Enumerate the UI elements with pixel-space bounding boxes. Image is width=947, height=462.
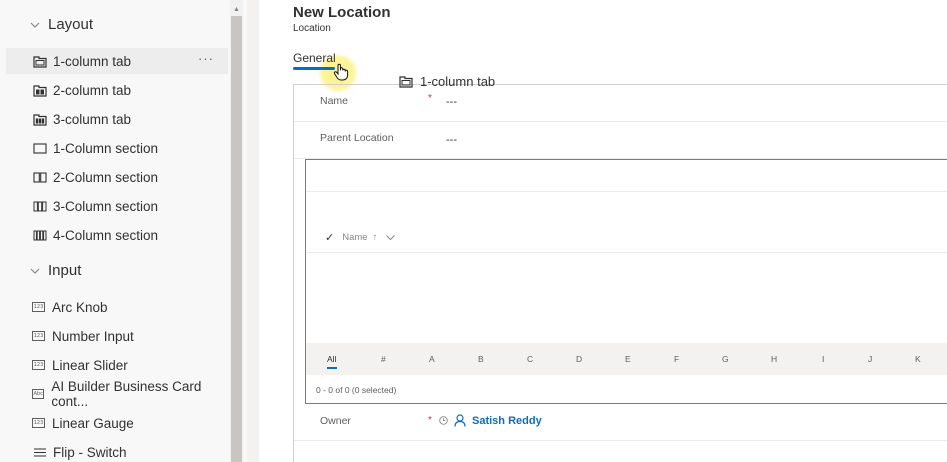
column-header-label: Name [342, 232, 368, 243]
number-badge-icon: 123 [32, 360, 45, 370]
divider [306, 191, 947, 192]
divider [247, 0, 259, 462]
tab-underline [293, 67, 335, 70]
section-3-icon [32, 200, 47, 213]
components-panel: Layout 1-column tab ··· 2-column tab 3-c… [0, 0, 247, 462]
number-badge-icon: 123 [32, 331, 45, 341]
section-2-icon [32, 171, 47, 184]
sidebar-item-3-column-section[interactable]: 3-Column section [32, 195, 158, 217]
page-title: New Location [293, 4, 391, 21]
chevron-down-icon [30, 22, 40, 28]
section-1-icon [32, 142, 47, 155]
text-badge-icon: Abc [32, 389, 45, 399]
sidebar-item-1-column-tab[interactable]: 1-column tab ··· [6, 48, 228, 74]
sidebar-item-label: Linear Gauge [52, 415, 134, 431]
list-icon [32, 446, 47, 459]
alpha-filter-item[interactable]: # [381, 354, 386, 364]
group-header-layout[interactable]: Layout [30, 16, 93, 33]
tab-general[interactable]: General [293, 51, 336, 65]
alpha-filter-item[interactable]: G [722, 354, 729, 364]
group-header-input[interactable]: Input [30, 262, 81, 279]
section-4-icon [32, 229, 47, 242]
required-marker: * [428, 415, 432, 426]
alpha-filter-item[interactable]: D [576, 354, 582, 364]
sidebar-item-label: Number Input [52, 328, 134, 344]
alpha-filter-item[interactable]: E [625, 354, 631, 364]
entity-name: Location [293, 23, 331, 34]
alpha-filter-item[interactable]: F [674, 354, 679, 364]
record-count: 0 - 0 of 0 (0 selected) [316, 385, 397, 395]
sidebar-item-2-column-section[interactable]: 2-Column section [32, 166, 158, 188]
divider [306, 252, 947, 253]
sidebar-item-linear-gauge[interactable]: 123 Linear Gauge [32, 412, 134, 434]
form-designer: Layout 1-column tab ··· 2-column tab 3-c… [0, 0, 947, 462]
sidebar-item-label: 1-column tab [53, 53, 132, 69]
sidebar-item-label: 3-Column section [53, 198, 159, 214]
alpha-filter-item[interactable]: I [822, 354, 824, 364]
field-row-name[interactable]: Name * --- [294, 85, 947, 122]
alpha-filter-item[interactable]: A [429, 354, 435, 364]
sort-ascending-icon: ↑ [372, 232, 378, 243]
chevron-down-icon [30, 268, 40, 274]
number-badge-icon: 123 [32, 418, 45, 428]
field-row-owner[interactable]: Owner * Satish Reddy [294, 404, 947, 441]
column-header-name[interactable]: ✓ Name ↑ [325, 231, 396, 244]
sidebar-item-label: 1-Column section [53, 140, 159, 156]
field-value[interactable]: --- [446, 96, 457, 108]
more-options-icon[interactable]: ··· [198, 51, 214, 66]
sidebar-item-arc-knob[interactable]: 123 Arc Knob [32, 296, 108, 318]
sidebar-item-flip-switch[interactable]: Flip - Switch [32, 441, 127, 462]
sidebar-item-label: 2-Column section [53, 169, 159, 185]
owner-link[interactable]: Satish Reddy [472, 415, 542, 427]
sidebar-item-label: Linear Slider [52, 357, 128, 373]
sidebar-item-2-column-tab[interactable]: 2-column tab [32, 79, 131, 101]
alpha-filter-all[interactable]: All [327, 354, 336, 364]
clock-icon [439, 416, 448, 425]
group-label: Input [48, 262, 82, 279]
sidebar-item-label: 2-column tab [53, 82, 132, 98]
number-badge-icon: 123 [32, 302, 45, 312]
sidebar-item-number-input[interactable]: 123 Number Input [32, 325, 134, 347]
chevron-down-icon[interactable] [386, 234, 396, 241]
select-all-checkbox[interactable]: ✓ [325, 231, 334, 244]
sidebar-item-1-column-section[interactable]: 1-Column section [32, 137, 158, 159]
alpha-filter-item[interactable]: B [478, 354, 484, 364]
alphabet-filter-bar: All # A B C D E F G H I J K [306, 343, 947, 375]
field-label: Name [320, 95, 349, 107]
sidebar-item-business-card[interactable]: Abc AI Builder Business Card cont... [32, 379, 230, 409]
tab-3-icon [32, 113, 47, 126]
sidebar-item-label: 4-Column section [53, 227, 159, 243]
alpha-filter-item[interactable]: H [771, 354, 777, 364]
sidebar-item-3-column-tab[interactable]: 3-column tab [32, 108, 131, 130]
components-list: Layout 1-column tab ··· 2-column tab 3-c… [0, 0, 230, 462]
sidebar-item-label: 3-column tab [53, 111, 132, 127]
field-row-parent-location[interactable]: Parent Location --- [294, 122, 947, 159]
form-canvas: New Location Location General 1-column t… [259, 0, 947, 462]
alpha-filter-underline [327, 367, 337, 369]
field-label: Parent Location [320, 132, 394, 144]
hand-cursor-icon [333, 63, 349, 81]
sidebar-item-4-column-section[interactable]: 4-Column section [32, 224, 158, 246]
alpha-filter-item[interactable]: C [527, 354, 533, 364]
sidebar-scrollbar[interactable]: ▲ [230, 0, 243, 462]
sidebar-item-label: Flip - Switch [53, 444, 127, 460]
sidebar-item-linear-slider[interactable]: 123 Linear Slider [32, 354, 128, 376]
field-value[interactable]: --- [446, 134, 457, 146]
required-marker: * [428, 93, 432, 104]
scroll-up-icon[interactable]: ▲ [233, 6, 240, 13]
subgrid[interactable]: ✓ Name ↑ All # A B C D E F G H I J K 0 -… [305, 159, 947, 404]
sidebar-item-label: Arc Knob [52, 299, 108, 315]
sidebar-item-label: AI Builder Business Card cont... [51, 379, 202, 409]
group-label: Layout [48, 16, 94, 33]
alpha-filter-item[interactable]: J [868, 354, 872, 364]
tab-2-icon [32, 84, 47, 97]
tab-1-icon [32, 55, 47, 68]
person-icon [454, 414, 466, 427]
alpha-filter-item[interactable]: K [915, 354, 921, 364]
field-label: Owner [320, 415, 351, 427]
scrollbar-thumb[interactable] [231, 16, 242, 462]
